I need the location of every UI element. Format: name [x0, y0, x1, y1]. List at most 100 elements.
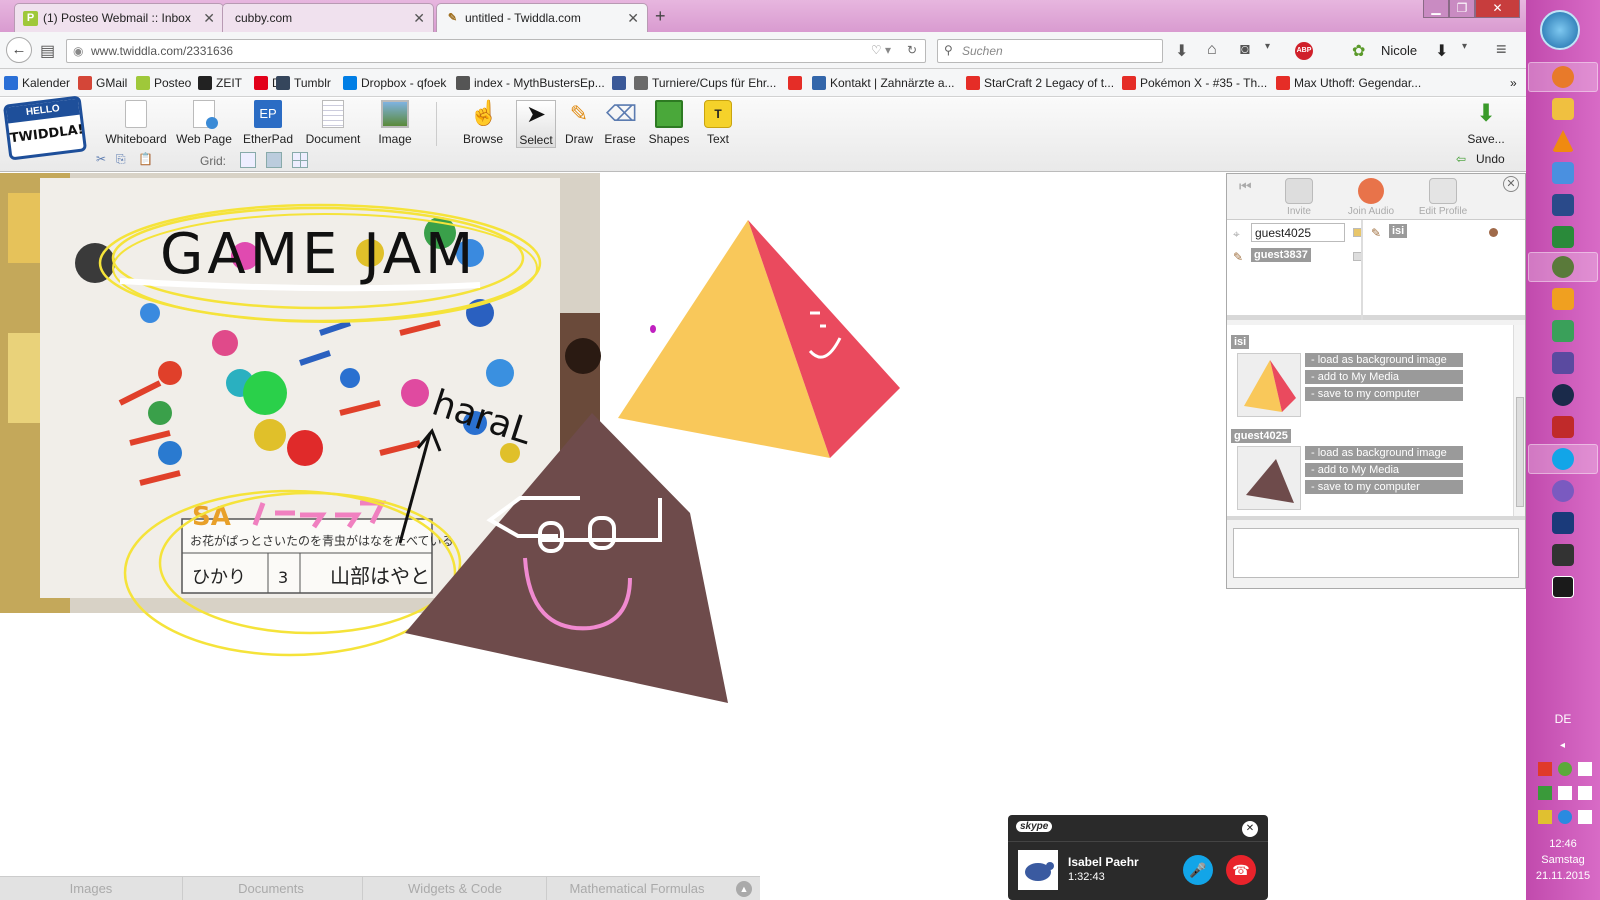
app-icon[interactable] [1552, 288, 1574, 310]
gimp-icon[interactable] [1552, 256, 1574, 278]
skype-icon[interactable] [1552, 448, 1574, 470]
home-icon[interactable]: ⌂ [1207, 41, 1217, 59]
reload-icon[interactable]: ↻ [907, 43, 917, 57]
dropdown-icon[interactable]: ▾ [1265, 41, 1270, 52]
tray-app-icon[interactable] [1538, 810, 1552, 824]
bookmark-pokemon[interactable]: Pokémon X - #35 - Th... [1122, 76, 1267, 90]
language-indicator[interactable]: DE [1526, 712, 1600, 726]
load-background-link[interactable]: - load as background image [1305, 446, 1463, 460]
display-icon[interactable] [1578, 786, 1592, 800]
pocket-icon[interactable]: ♡ ▾ [871, 43, 891, 57]
tab-twiddla[interactable]: ✎ untitled - Twiddla.com ✕ [436, 3, 648, 33]
app-icon[interactable] [1552, 544, 1574, 566]
app-icon[interactable] [1552, 480, 1574, 502]
tool-whiteboard[interactable]: Whiteboard [104, 100, 168, 146]
pocket-icon[interactable]: ◙ [1240, 41, 1250, 59]
close-icon[interactable]: ✕ [1503, 176, 1519, 192]
windows-flag-icon[interactable] [1578, 762, 1592, 776]
search-input[interactable]: ⚲ Suchen [937, 39, 1163, 63]
explorer-icon[interactable] [1552, 98, 1574, 120]
add-to-my-media-link[interactable]: - add to My Media [1305, 370, 1463, 384]
microphone-button[interactable]: 🎤 [1183, 855, 1213, 885]
firefox-icon[interactable] [1552, 66, 1574, 88]
vlc-icon[interactable] [1552, 130, 1574, 152]
scrollbar-thumb[interactable] [1516, 397, 1524, 507]
tab-posteo[interactable]: P (1) Posteo Webmail :: Inbox ✕ [14, 3, 224, 32]
add-to-my-media-link[interactable]: - add to My Media [1305, 463, 1463, 477]
tray-app-icon[interactable] [1578, 810, 1592, 824]
app-icon[interactable] [1552, 416, 1574, 438]
tool-text[interactable]: T Text [700, 100, 736, 146]
close-icon[interactable]: ✕ [413, 10, 425, 27]
show-hidden-icons[interactable]: ◂ [1560, 740, 1565, 751]
close-window-button[interactable]: ✕ [1475, 0, 1520, 18]
steam-icon[interactable] [1552, 384, 1574, 406]
dropdown-icon[interactable]: ▾ [1462, 41, 1467, 52]
save-to-computer-link[interactable]: - save to my computer [1305, 480, 1463, 494]
grid-small-button[interactable] [266, 152, 282, 168]
bookmark-facebook[interactable] [612, 76, 630, 90]
bookmark-kontakt[interactable]: Kontakt | Zahnärzte a... [812, 76, 955, 90]
hang-up-button[interactable]: ☎ [1226, 855, 1256, 885]
url-bar[interactable]: ◉ www.twiddla.com/2331636 ♡ ▾ ↻ [66, 39, 926, 63]
bookmark-dropbox[interactable]: Dropbox - qfoek [343, 76, 446, 90]
restore-button[interactable]: ❐ [1449, 0, 1475, 18]
user-name[interactable]: Nicole [1381, 43, 1417, 58]
grid-large-button[interactable] [292, 152, 308, 168]
expand-up-icon[interactable]: ▲ [736, 881, 752, 897]
close-icon[interactable]: ✕ [1242, 821, 1258, 837]
app-icon[interactable] [1552, 576, 1574, 598]
bookmark-youtube[interactable] [788, 76, 806, 90]
bookmark-posteo[interactable]: Posteo [136, 76, 191, 90]
app-icon[interactable] [1552, 352, 1574, 374]
save-button[interactable]: ⬇ Save... [1462, 100, 1510, 146]
media-thumbnail[interactable] [1237, 446, 1301, 510]
tab-cubby[interactable]: cubby.com ✕ [222, 3, 434, 32]
load-background-link[interactable]: - load as background image [1305, 353, 1463, 367]
new-tab-button[interactable]: + [655, 6, 666, 27]
copy-icon[interactable]: ⎘ [116, 152, 126, 167]
undo-button[interactable]: Undo [1476, 152, 1505, 166]
menu-icon[interactable]: ≡ [1496, 39, 1507, 60]
music-icon[interactable] [1552, 320, 1574, 342]
network-icon[interactable] [1538, 762, 1552, 776]
tool-erase[interactable]: ⌫ Erase [602, 100, 638, 146]
join-audio-button[interactable]: Join Audio [1341, 178, 1401, 217]
app-icon[interactable] [1552, 162, 1574, 184]
volume-icon[interactable] [1558, 786, 1572, 800]
app-icon[interactable] [1552, 226, 1574, 248]
media-list[interactable]: isi - load as background image - add to … [1227, 325, 1525, 520]
tool-shapes[interactable]: Shapes [646, 100, 692, 146]
paste-icon[interactable]: 📋 [138, 152, 153, 166]
media-thumbnail[interactable] [1237, 353, 1301, 417]
undo-icon[interactable]: ⇦ [1456, 152, 1466, 166]
tray-app-icon[interactable] [1538, 786, 1552, 800]
bookmark-turniere[interactable]: Turniere/Cups für Ehr... [634, 76, 776, 90]
edit-profile-button[interactable]: Edit Profile [1413, 178, 1473, 217]
tab-widgets-code[interactable]: Widgets & Code [404, 881, 506, 896]
bookmark-index[interactable]: index - MythBustersEp... [456, 76, 605, 90]
close-icon[interactable]: ✕ [627, 10, 639, 27]
save-to-computer-link[interactable]: - save to my computer [1305, 387, 1463, 401]
tool-draw[interactable]: ✎ Draw [562, 100, 596, 146]
tray-app-icon[interactable] [1558, 762, 1572, 776]
tab-documents[interactable]: Documents [236, 881, 306, 896]
more-bookmarks-icon[interactable]: » [1510, 76, 1517, 90]
tool-image[interactable]: Image [370, 100, 420, 146]
tool-select[interactable]: ➤ Select [516, 100, 556, 148]
bookmark-starcraft[interactable]: StarCraft 2 Legacy of t... [966, 76, 1114, 90]
username-input[interactable]: guest4025 [1251, 223, 1345, 242]
clock[interactable]: 12:46 Samstag 21.11.2015 [1526, 836, 1600, 884]
tool-web-page[interactable]: Web Page [176, 100, 232, 146]
bookmark-kalender[interactable]: Kalender [4, 76, 70, 90]
download-icon[interactable]: ⬇ [1175, 41, 1188, 61]
app-icon[interactable] [1552, 194, 1574, 216]
close-icon[interactable]: ✕ [203, 10, 215, 27]
cut-icon[interactable]: ✂ [96, 152, 106, 166]
app-icon[interactable] [1552, 512, 1574, 534]
minimize-button[interactable]: ▁ [1423, 0, 1449, 18]
tool-document[interactable]: Document [302, 100, 364, 146]
adblock-icon[interactable]: ABP [1295, 42, 1313, 60]
tab-mathematical-formulas[interactable]: Mathematical Formulas [562, 881, 712, 896]
chat-input[interactable] [1233, 528, 1519, 578]
